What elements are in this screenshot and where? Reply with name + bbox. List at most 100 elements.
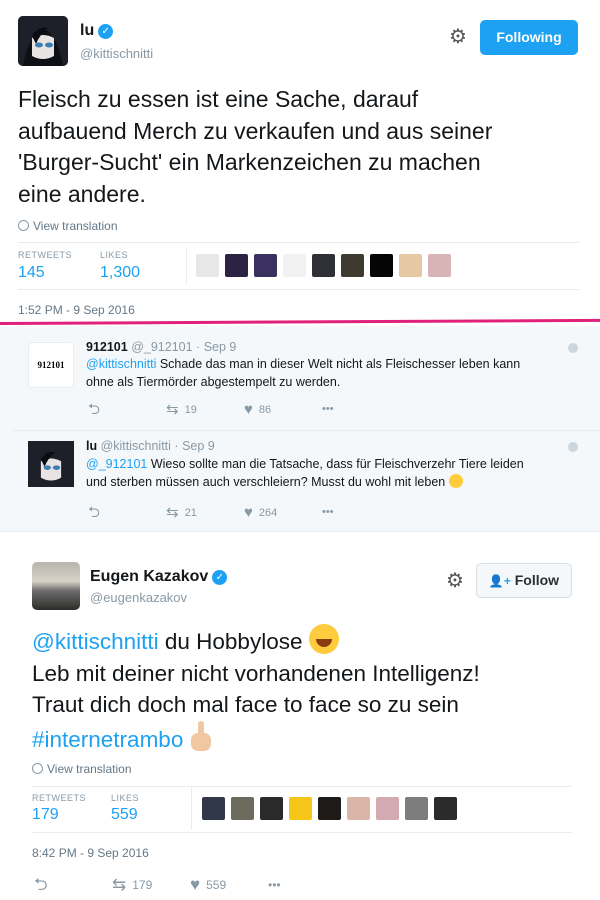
liker-avatar[interactable] <box>405 797 428 820</box>
like-count: 86 <box>258 403 272 416</box>
reply-text-line: Schade das man in dieser Welt nicht als … <box>156 357 521 371</box>
divider <box>32 786 572 787</box>
reply-actions: ⮌ ⇆ 21 ♥ 264 ••• <box>88 505 334 520</box>
liker-avatar[interactable] <box>196 254 219 277</box>
heart-icon: ♥ <box>244 504 253 521</box>
reply-icon: ⮌ <box>88 401 101 418</box>
retweet-count: 19 <box>184 403 197 416</box>
more-action[interactable]: ••• <box>322 507 334 518</box>
like-count: 264 <box>258 506 278 519</box>
reply-mention[interactable]: @_912101 <box>86 457 147 471</box>
view-translation-link[interactable]: View translation <box>18 219 118 233</box>
globe-icon <box>18 220 29 231</box>
liker-avatar[interactable] <box>318 797 341 820</box>
author-name[interactable]: lu <box>80 22 94 39</box>
retweet-action[interactable]: ⇆ 179 <box>112 876 190 893</box>
likes-label: LIKES <box>111 793 140 803</box>
tweet-actions: ⮌ ⇆ 179 ♥ 559 ••• <box>34 876 281 893</box>
author-handle[interactable]: @kittischnitti <box>80 46 153 61</box>
tweet-text-line: Traut dich doch mal face to face so zu s… <box>32 692 459 717</box>
stats-separator <box>186 248 187 284</box>
reply-mention[interactable]: @kittischnitti <box>86 357 156 371</box>
gear-icon[interactable]: ⚙ <box>445 571 465 591</box>
liker-avatar[interactable] <box>341 254 364 277</box>
reply-icon: ⮌ <box>34 875 48 894</box>
liker-avatar[interactable] <box>254 254 277 277</box>
more-action[interactable]: ••• <box>322 404 334 415</box>
tweet-text-line: @kittischnitti du Hobbylose <box>32 624 592 658</box>
reply-date[interactable]: Sep 9 <box>182 439 215 453</box>
more-icon: ••• <box>322 506 334 518</box>
gear-icon[interactable]: ⚙ <box>448 27 468 47</box>
reply-tweet[interactable]: 912101 912101 @_912101 · Sep 9 @kittisch… <box>12 334 600 428</box>
author-avatar[interactable] <box>32 562 80 610</box>
author-name-row[interactable]: lu ✓ <box>80 22 114 40</box>
reply-actions: ⮌ ⇆ 19 ♥ 86 ••• <box>88 402 334 417</box>
reply-menu-icon[interactable] <box>568 343 578 353</box>
reply-avatar[interactable] <box>28 441 74 487</box>
likes-count[interactable]: 1,300 <box>100 264 140 282</box>
liker-avatar[interactable] <box>283 254 306 277</box>
retweets-label: RETWEETS <box>32 793 87 803</box>
more-icon: ••• <box>268 877 281 892</box>
author-handle[interactable]: @eugenkazakov <box>90 590 187 605</box>
liker-avatar[interactable] <box>428 254 451 277</box>
more-icon: ••• <box>322 403 334 415</box>
verified-badge-icon: ✓ <box>212 570 228 585</box>
retweets-count[interactable]: 179 <box>32 806 59 824</box>
tweet-timestamp[interactable]: 8:42 PM - 9 Sep 2016 <box>32 846 149 860</box>
retweets-count[interactable]: 145 <box>18 264 45 282</box>
liker-avatar[interactable] <box>202 797 225 820</box>
tweet-mention[interactable]: @kittischnitti <box>32 629 159 654</box>
likes-count[interactable]: 559 <box>111 806 138 824</box>
replies-section: 912101 912101 @_912101 · Sep 9 @kittisch… <box>0 326 600 532</box>
retweets-label: RETWEETS <box>18 250 73 260</box>
liker-avatar[interactable] <box>260 797 283 820</box>
reply-menu-icon[interactable] <box>568 442 578 452</box>
reply-avatar[interactable]: 912101 <box>28 342 74 388</box>
reply-text-line: und sterben müssen auch verschleiern? Mu… <box>86 474 446 489</box>
liker-avatar[interactable] <box>399 254 422 277</box>
tweet-text-line: Fleisch zu essen ist eine Sache, darauf <box>18 86 419 112</box>
reply-text: @_912101 Wieso sollte man die Tatsache, … <box>86 456 566 491</box>
more-action[interactable]: ••• <box>268 879 281 891</box>
liker-avatar[interactable] <box>434 797 457 820</box>
heart-icon: ♥ <box>244 401 253 418</box>
reply-action[interactable]: ⮌ <box>88 402 166 417</box>
follow-button[interactable]: 👤+ Follow <box>476 563 572 598</box>
reply-action[interactable]: ⮌ <box>88 505 166 520</box>
like-action[interactable]: ♥ 559 <box>190 876 268 893</box>
tweet-text-line: #internetrambo <box>32 720 592 756</box>
hashtag-link[interactable]: #internetrambo <box>32 727 183 752</box>
reply-author-name[interactable]: lu <box>86 439 97 453</box>
author-name[interactable]: Eugen Kazakov <box>90 568 208 585</box>
liker-avatar[interactable] <box>370 254 393 277</box>
retweet-action[interactable]: ⇆ 21 <box>166 505 244 520</box>
liker-avatar[interactable] <box>231 797 254 820</box>
reply-date[interactable]: Sep 9 <box>204 340 237 354</box>
reply-header: 912101 @_912101 · Sep 9 <box>86 340 237 354</box>
reply-author-name[interactable]: 912101 <box>86 340 128 354</box>
retweet-action[interactable]: ⇆ 19 <box>166 402 244 417</box>
liker-avatar[interactable] <box>312 254 335 277</box>
like-action[interactable]: ♥ 264 <box>244 505 322 520</box>
tweet-text: @kittischnitti du Hobbylose Leb mit dein… <box>32 624 592 755</box>
reply-author-handle[interactable]: @_912101 <box>131 340 192 354</box>
divider <box>18 242 580 243</box>
author-name-row[interactable]: Eugen Kazakov ✓ <box>90 568 228 586</box>
reply-action[interactable]: ⮌ <box>34 876 112 893</box>
liker-avatar[interactable] <box>289 797 312 820</box>
follow-label: Follow <box>514 572 560 588</box>
view-translation-link[interactable]: View translation <box>32 762 132 776</box>
author-avatar[interactable] <box>18 16 68 66</box>
tweet-timestamp[interactable]: 1:52 PM - 9 Sep 2016 <box>18 303 135 317</box>
reply-author-handle[interactable]: @kittischnitti <box>101 439 171 453</box>
following-button[interactable]: Following <box>480 20 578 55</box>
divider <box>18 289 580 290</box>
liker-avatar[interactable] <box>347 797 370 820</box>
like-action[interactable]: ♥ 86 <box>244 402 322 417</box>
retweet-count: 179 <box>132 877 153 892</box>
reply-tweet[interactable]: lu @kittischnitti · Sep 9 @_912101 Wieso… <box>12 430 600 530</box>
liker-avatar[interactable] <box>225 254 248 277</box>
liker-avatar[interactable] <box>376 797 399 820</box>
